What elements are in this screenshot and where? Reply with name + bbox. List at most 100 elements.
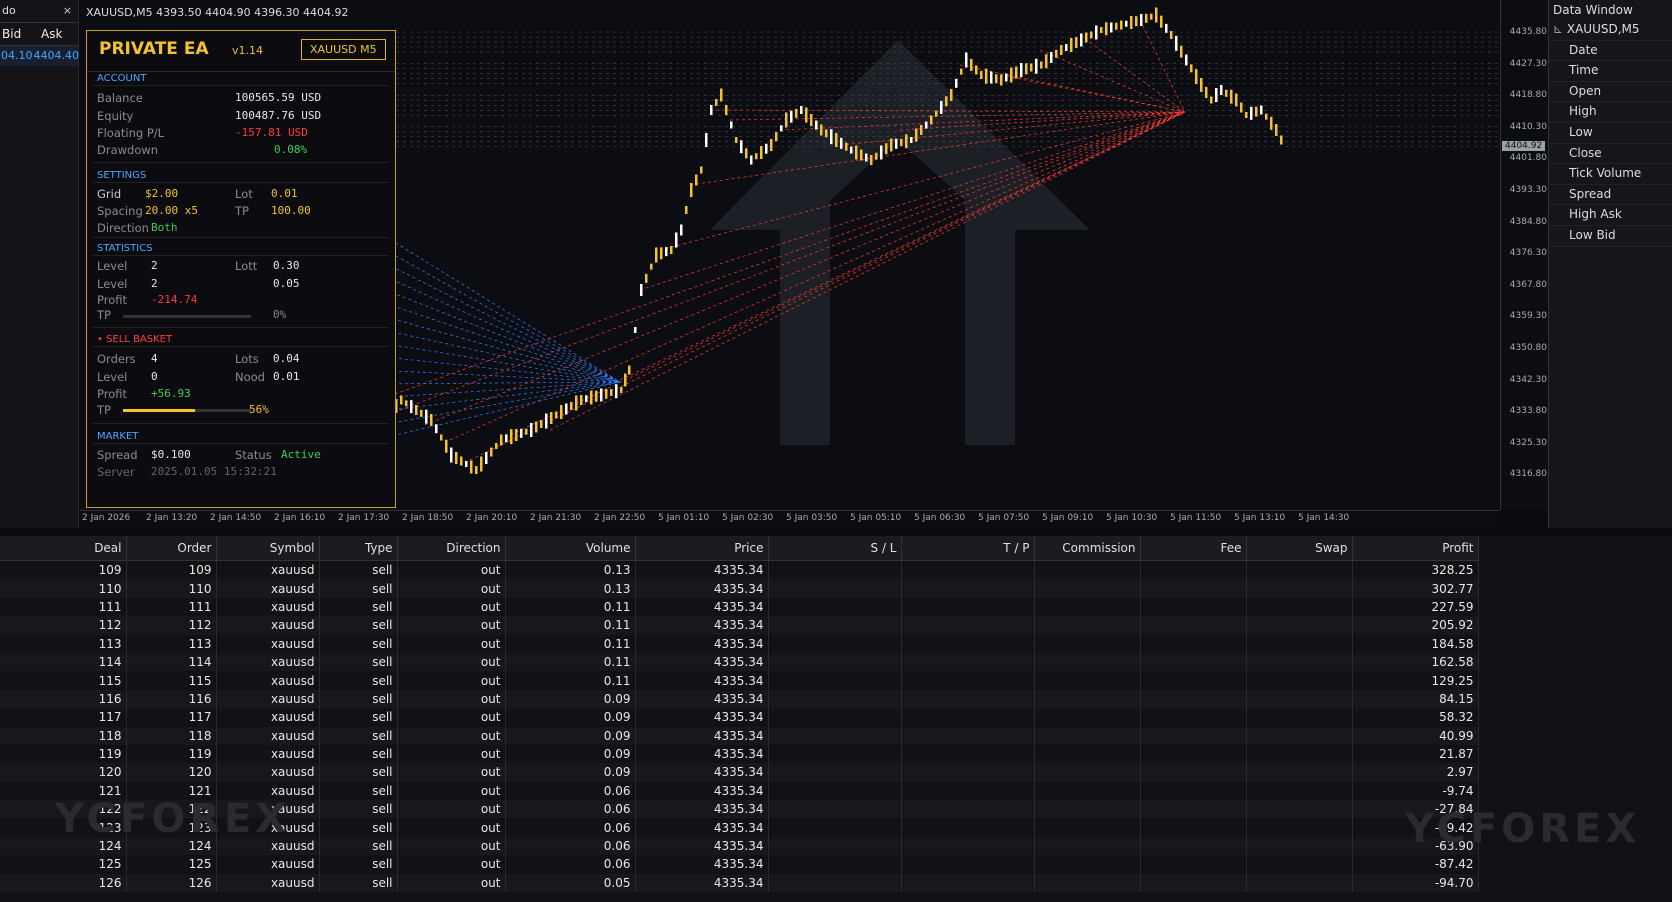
- grid-value: $2.00: [145, 187, 179, 200]
- column-header[interactable]: T / P: [901, 536, 1035, 561]
- column-header[interactable]: Commission: [1034, 536, 1141, 561]
- ask-header[interactable]: Ask: [39, 23, 78, 45]
- table-cell: -94.70: [1352, 873, 1479, 893]
- time-axis[interactable]: 2 Jan 2026 2 Jan 13:20 2 Jan 14:50 2 Jan 16…: [80, 510, 1500, 529]
- data-window-item[interactable]: High Ask: [1549, 205, 1672, 226]
- table-row[interactable]: 109 109 xauusd sell out 0.13 4335.34 328.25: [0, 560, 1479, 580]
- column-header[interactable]: Fee: [1140, 536, 1247, 561]
- candle: [795, 108, 798, 118]
- table-cell: [1140, 671, 1247, 690]
- sell-fan-line: [1039, 49, 1186, 113]
- candle: [730, 121, 733, 129]
- table-row[interactable]: 119 119 xauusd sell out 0.09 4335.34 21.87: [0, 744, 1479, 764]
- candle: [1075, 37, 1078, 48]
- table-cell: [1140, 708, 1247, 727]
- table-cell: [1034, 560, 1141, 580]
- time-tick: 2 Jan 16:10: [274, 513, 326, 523]
- table-cell: 4335.34: [635, 634, 769, 653]
- column-header[interactable]: Direction: [397, 536, 506, 561]
- table-cell: [1140, 616, 1247, 635]
- table-cell: 4335.34: [635, 726, 769, 745]
- candle: [1225, 89, 1228, 97]
- bid-header[interactable]: Bid: [0, 23, 39, 45]
- candle: [620, 387, 623, 393]
- table-row[interactable]: 114 114 xauusd sell out 0.11 4335.34 162.58: [0, 652, 1479, 672]
- data-window-item[interactable]: Low Bid: [1549, 226, 1672, 247]
- candle: [1035, 58, 1038, 74]
- table-row[interactable]: 118 118 xauusd sell out 0.09 4335.34 40.99: [0, 726, 1479, 745]
- table-cell: [1034, 652, 1141, 672]
- table-row[interactable]: 120 120 xauusd sell out 0.09 4335.34 2.97: [0, 763, 1479, 782]
- data-window-item[interactable]: Time: [1549, 61, 1672, 82]
- column-header[interactable]: Swap: [1246, 536, 1353, 561]
- candle: [760, 146, 763, 159]
- time-tick: 2 Jan 2026: [82, 513, 131, 523]
- candle: [735, 137, 738, 143]
- ea-dashboard: PRIVATE EA v1.14 XAUUSD M5 ACCOUNT Balan…: [86, 30, 396, 508]
- price-tick: 4376.30: [1509, 248, 1547, 259]
- chart-icon: ⊾: [1553, 22, 1567, 36]
- table-cell: [768, 560, 902, 580]
- stats-v2-value: 0.05: [273, 277, 300, 290]
- candle: [490, 447, 493, 457]
- table-cell: 112: [0, 616, 127, 635]
- time-tick: 5 Jan 09:10: [1042, 513, 1094, 523]
- data-window-item[interactable]: Spread: [1549, 185, 1672, 206]
- candle: [690, 183, 693, 197]
- candle: [540, 420, 543, 428]
- table-cell: out: [397, 873, 506, 893]
- data-window-item[interactable]: Open: [1549, 82, 1672, 103]
- table-cell: sell: [319, 560, 398, 580]
- table-row[interactable]: 113 113 xauusd sell out 0.11 4335.34 184.58: [0, 634, 1479, 653]
- candle: [1025, 63, 1028, 75]
- data-window-item[interactable]: Close: [1549, 144, 1672, 165]
- column-header[interactable]: Price: [635, 536, 769, 561]
- column-header[interactable]: Type: [319, 536, 398, 561]
- lot-label: Lot: [235, 187, 253, 201]
- table-row[interactable]: 115 115 xauusd sell out 0.11 4335.34 129.25: [0, 671, 1479, 690]
- table-cell: sell: [319, 634, 398, 653]
- table-cell: [768, 726, 902, 745]
- candle: [1050, 52, 1053, 63]
- table-row[interactable]: 116 116 xauusd sell out 0.09 4335.34 84.15: [0, 689, 1479, 709]
- candle: [1250, 106, 1253, 120]
- candle: [1110, 22, 1113, 33]
- market-watch-row[interactable]: 04.10 4404.40: [0, 46, 79, 66]
- drawdown-value: 0.08%: [274, 143, 308, 156]
- data-window-symbol[interactable]: ⊾ XAUUSD,M5: [1549, 20, 1672, 41]
- table-cell: 120: [0, 763, 127, 782]
- candle: [1005, 73, 1008, 82]
- table-row[interactable]: 117 117 xauusd sell out 0.09 4335.34 58.32: [0, 708, 1479, 727]
- table-row[interactable]: 110 110 xauusd sell out 0.13 4335.34 302.77: [0, 579, 1479, 598]
- table-cell: [901, 836, 1035, 856]
- candle: [425, 409, 428, 424]
- stats-lott-label: Lott: [235, 259, 258, 273]
- table-cell: 4335.34: [635, 652, 769, 672]
- data-window-item[interactable]: Tick Volume: [1549, 164, 1672, 185]
- table-cell: [768, 616, 902, 635]
- table-row[interactable]: 126 126 xauusd sell out 0.05 4335.34 -94.70: [0, 873, 1479, 893]
- column-header[interactable]: Symbol: [216, 536, 320, 561]
- candle: [1105, 22, 1108, 36]
- table-row[interactable]: 111 111 xauusd sell out 0.11 4335.34 227.59: [0, 597, 1479, 617]
- table-cell: out: [397, 836, 506, 856]
- candle: [905, 134, 908, 149]
- price-axis[interactable]: 4435.80 4427.30 4418.80 4410.30 4401.80 4393.…: [1500, 0, 1549, 510]
- table-cell: 40.99: [1352, 726, 1479, 745]
- sell-profit-label: Profit: [97, 387, 127, 401]
- column-header[interactable]: Profit: [1352, 536, 1479, 561]
- data-window-item[interactable]: High: [1549, 102, 1672, 123]
- table-cell: [1140, 781, 1247, 801]
- candle: [950, 89, 953, 101]
- data-window-item[interactable]: Low: [1549, 123, 1672, 144]
- buy-fan-line: [374, 381, 621, 385]
- column-header[interactable]: Order: [126, 536, 217, 561]
- column-header[interactable]: S / L: [768, 536, 902, 561]
- column-header[interactable]: Deal: [0, 536, 127, 561]
- data-window-item[interactable]: Date: [1549, 41, 1672, 62]
- table-row[interactable]: 125 125 xauusd sell out 0.06 4335.34 -87.42: [0, 855, 1479, 874]
- column-header[interactable]: Volume: [505, 536, 636, 561]
- close-icon[interactable]: ×: [63, 0, 72, 22]
- table-row[interactable]: 112 112 xauusd sell out 0.11 4335.34 205.92: [0, 616, 1479, 635]
- price-tick: 4427.30: [1509, 58, 1547, 69]
